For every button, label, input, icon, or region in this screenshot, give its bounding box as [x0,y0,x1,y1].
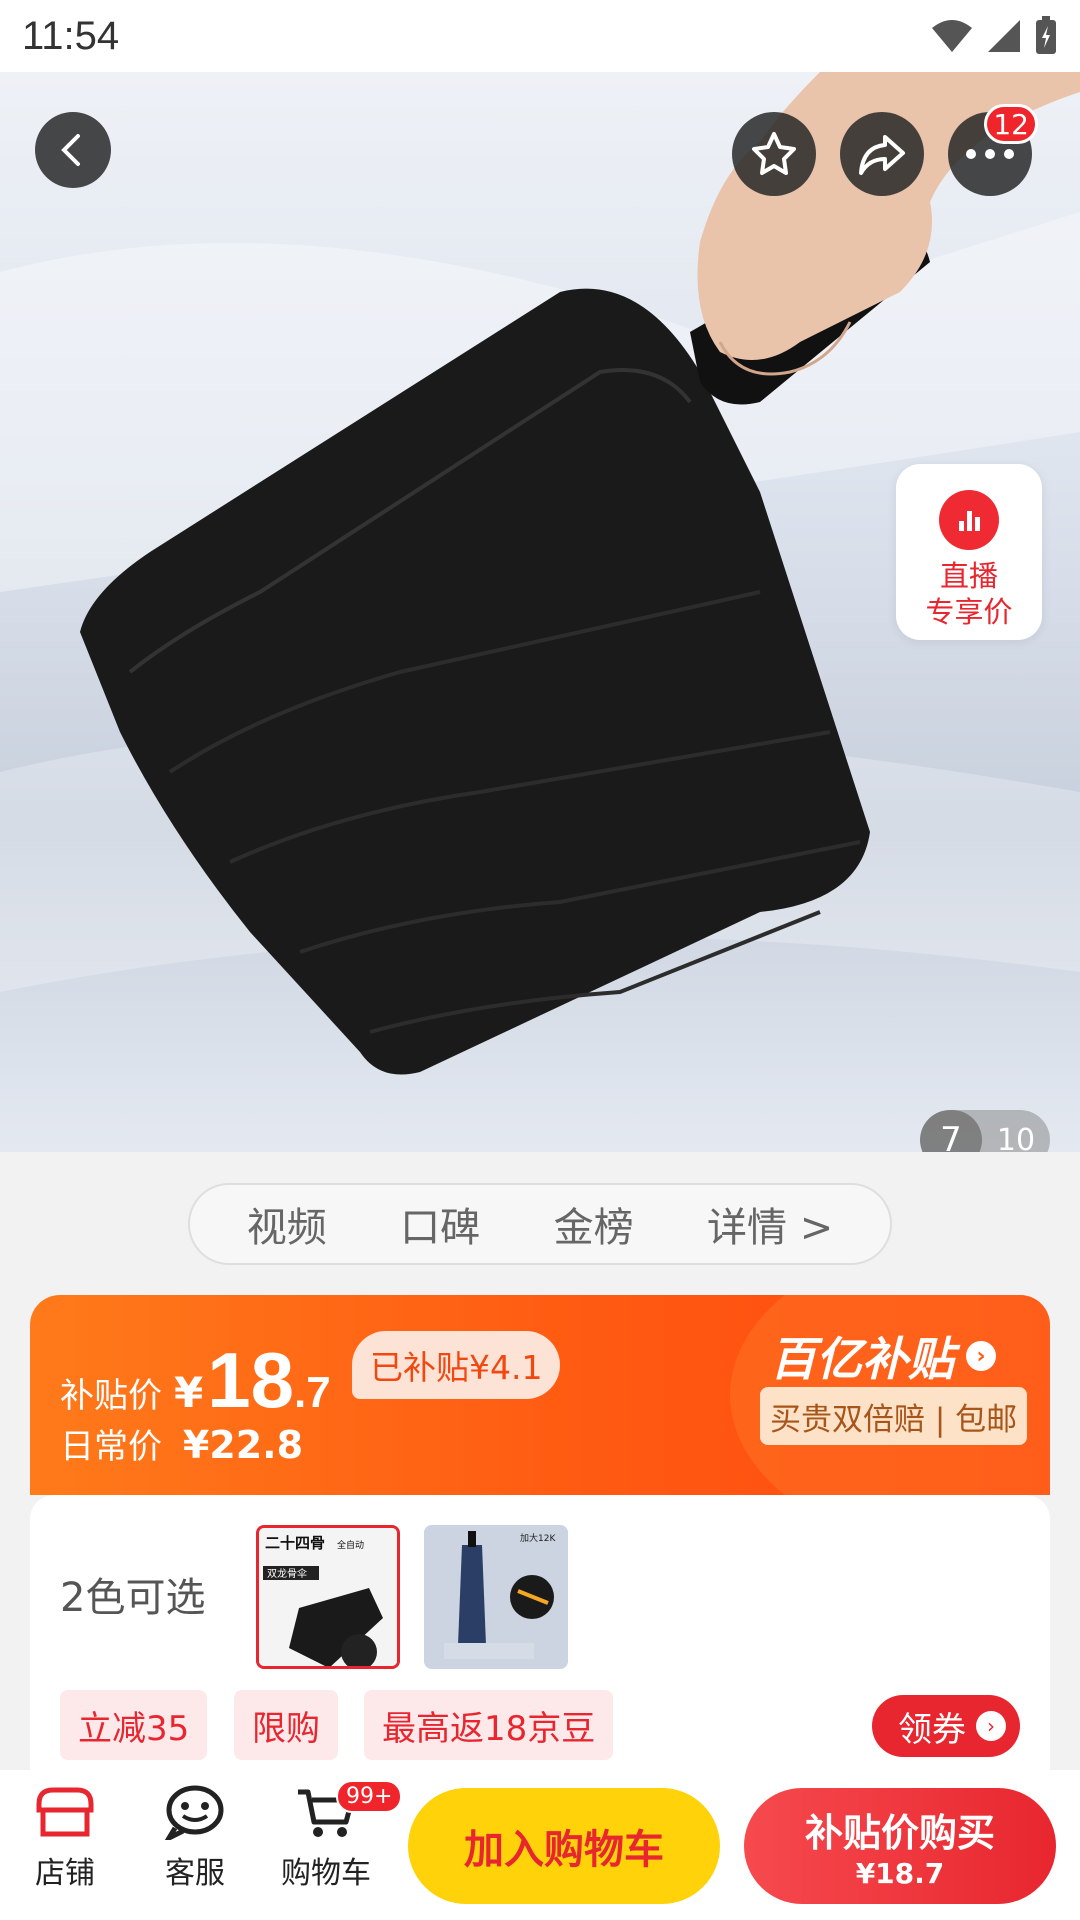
back-button[interactable] [35,112,111,188]
buy-button-label: 补贴价购买 [804,1811,995,1855]
chat-face-icon [164,1785,224,1840]
live-price-card[interactable]: 直播 专享价 [896,464,1042,640]
subsidy-brand-label: 百亿补贴 [770,1332,954,1386]
section-tabs: 视频 口碑 金榜 详情 > [188,1183,892,1265]
status-bar: 11:54 [0,0,1080,72]
variants-count: 2色可选 [60,1575,206,1621]
regular-price-value: ¥22.8 [182,1423,304,1467]
variants-panel: 2色可选 二十四骨 全自动 双龙骨伞 加大12K 立减35 限购 最高返18京豆… [30,1495,1050,1770]
bottom-action-bar: 店铺 客服 99+ 购物车 加入购物车 补贴价购买 ¥18.7 [0,1770,1080,1920]
cart-label: 购物车 [281,1856,371,1891]
cart-nav[interactable]: 99+ 购物车 [270,1780,403,1892]
svg-text:全自动: 全自动 [337,1539,364,1551]
status-time: 11:54 [22,13,120,58]
share-icon [859,135,905,175]
more-button[interactable]: 12 [948,104,1038,196]
regular-price-label: 日常价 [60,1427,162,1467]
shop-label: 店铺 [35,1856,95,1891]
price-integer: 18 [207,1336,294,1424]
shop-nav[interactable]: 店铺 [10,1784,120,1892]
variant-thumb-1[interactable]: 二十四骨 全自动 双龙骨伞 [256,1525,400,1669]
tab-ranking[interactable]: 金榜 [554,1195,634,1253]
status-icons [930,16,1058,56]
chevron-right-icon: › [976,1711,1006,1741]
favorite-button[interactable] [732,112,816,196]
variant-thumb-2[interactable]: 加大12K [424,1525,568,1669]
battery-icon [1036,16,1056,54]
tab-video[interactable]: 视频 [247,1195,327,1253]
live-label: 直播 专享价 [925,559,1013,629]
chevron-left-icon [61,134,80,166]
add-to-cart-button[interactable]: 加入购物车 [408,1788,720,1904]
tab-reviews[interactable]: 口碑 [400,1195,480,1253]
cart-badge: 99+ [336,1780,403,1813]
regular-price: 日常价 ¥22.8 [60,1419,303,1468]
promo-limit[interactable]: 限购 [234,1690,338,1760]
price-promise: 买贵双倍赔 | 包邮 [760,1387,1028,1445]
get-coupon-button[interactable]: 领券 › [872,1695,1020,1757]
subsidy-brand[interactable]: 百亿补贴 › [770,1323,996,1389]
gallery-counter: 7 10 [920,1110,1050,1152]
live-icon [939,490,999,550]
service-label: 客服 [165,1856,225,1891]
promo-discount[interactable]: 立减35 [60,1690,208,1760]
price-card: 补贴价 ¥ 18 .7 已补贴¥4.1 日常价 ¥22.8 百亿补贴 › 买贵双… [30,1295,1050,1495]
buy-now-button[interactable]: 补贴价购买 ¥18.7 [744,1788,1056,1904]
price-decimal: .7 [294,1368,331,1417]
more-badge: 12 [984,104,1038,144]
customer-service-nav[interactable]: 客服 [140,1784,250,1892]
svg-text:双龙骨伞: 双龙骨伞 [267,1567,307,1580]
promo-jingdou[interactable]: 最高返18京豆 [364,1690,614,1760]
signal-icon [988,20,1020,52]
svg-text:二十四骨: 二十四骨 [265,1534,325,1552]
coupon-label: 领券 [898,1709,966,1750]
subsidy-price: 补贴价 ¥ 18 .7 [60,1335,331,1426]
chevron-right-icon: › [966,1341,996,1371]
share-button[interactable] [840,112,924,196]
subsidy-price-label: 补贴价 [60,1376,162,1416]
subsidized-amount: 已补贴¥4.1 [352,1331,561,1399]
tab-details[interactable]: 详情 > [707,1195,833,1253]
price-currency: ¥ [174,1368,204,1417]
buy-button-price: ¥18.7 [855,1857,945,1890]
star-icon [752,132,796,175]
svg-text:加大12K: 加大12K [520,1532,556,1544]
gallery-total: 10 [996,1122,1036,1153]
product-image[interactable]: 12 直播 专享价 7 10 [0,72,1080,1152]
store-icon [36,1787,94,1837]
more-dots-icon [966,149,1014,159]
wifi-icon [932,20,972,52]
